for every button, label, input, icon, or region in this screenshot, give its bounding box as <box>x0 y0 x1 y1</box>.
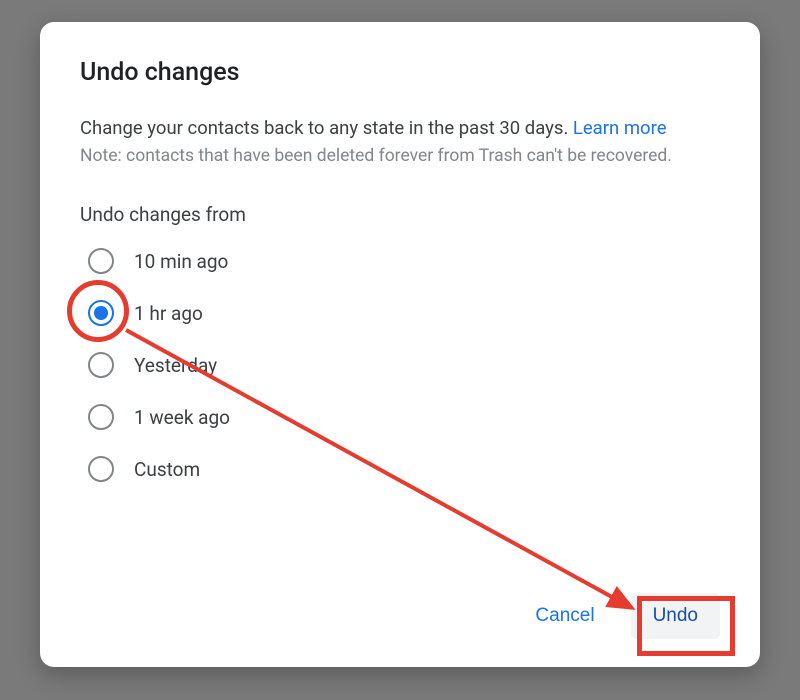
option-yesterday[interactable]: Yesterday <box>88 352 720 378</box>
description-text: Change your contacts back to any state i… <box>80 117 573 139</box>
radio-icon <box>88 456 114 482</box>
option-label: Yesterday <box>134 354 217 377</box>
dialog-description: Change your contacts back to any state i… <box>80 115 720 142</box>
option-1-week-ago[interactable]: 1 week ago <box>88 404 720 430</box>
option-label: 10 min ago <box>134 250 228 273</box>
option-label: Custom <box>134 458 200 481</box>
option-1-hr-ago[interactable]: 1 hr ago <box>88 300 720 326</box>
radio-group: 10 min ago 1 hr ago Yesterday 1 week ago… <box>88 248 720 482</box>
option-label: 1 hr ago <box>134 302 203 325</box>
option-custom[interactable]: Custom <box>88 456 720 482</box>
undo-button[interactable]: Undo <box>631 593 720 639</box>
dialog-note: Note: contacts that have been deleted fo… <box>80 144 720 169</box>
radio-icon <box>88 352 114 378</box>
option-10-min-ago[interactable]: 10 min ago <box>88 248 720 274</box>
learn-more-link[interactable]: Learn more <box>573 117 667 139</box>
radio-icon <box>88 404 114 430</box>
cancel-button[interactable]: Cancel <box>513 593 616 639</box>
dialog-actions: Cancel Undo <box>513 593 720 639</box>
radio-icon <box>88 248 114 274</box>
dialog-title: Undo changes <box>80 58 720 87</box>
option-label: 1 week ago <box>134 406 230 429</box>
radio-icon <box>88 300 114 326</box>
undo-changes-dialog: Undo changes Change your contacts back t… <box>40 22 760 667</box>
radio-group-label: Undo changes from <box>80 203 720 226</box>
